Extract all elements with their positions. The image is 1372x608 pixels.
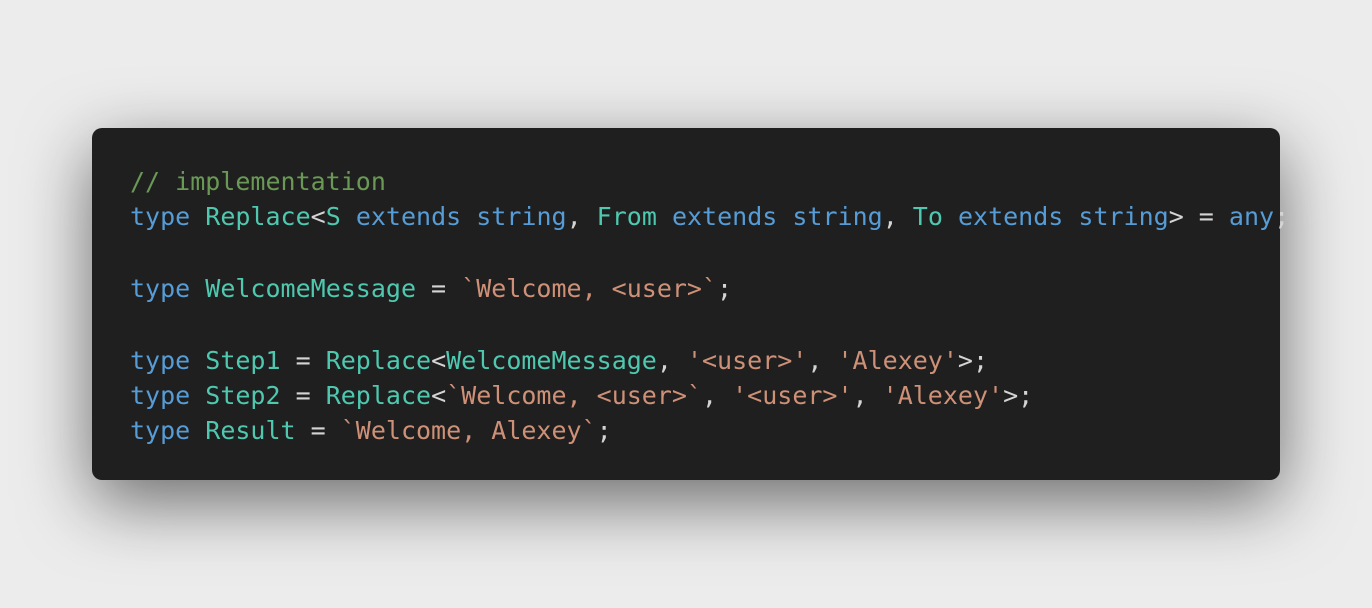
code-type-name: S — [325, 202, 341, 231]
code-punctuation: ; — [717, 274, 733, 303]
code-punctuation: < — [310, 202, 326, 231]
code-punctuation — [190, 346, 205, 375]
code-string: 'Alexey' — [882, 381, 1004, 410]
code-punctuation: , — [882, 202, 913, 231]
code-string: `Welcome, <user>` — [461, 274, 718, 303]
code-punctuation: , — [702, 381, 733, 410]
code-type-name: Result — [205, 416, 296, 445]
code-line: type Result = `Welcome, Alexey`; — [130, 413, 1280, 448]
code-keyword: extends — [355, 202, 462, 231]
code-punctuation: , — [807, 346, 838, 375]
code-keyword: type — [130, 346, 191, 375]
code-punctuation: = — [416, 274, 462, 303]
code-type-name: WelcomeMessage — [446, 346, 657, 375]
code-line: type Step1 = Replace<WelcomeMessage, '<u… — [130, 343, 1280, 378]
code-punctuation — [190, 381, 205, 410]
code-keyword: any — [1228, 202, 1275, 231]
code-punctuation — [190, 274, 205, 303]
code-punctuation — [1063, 202, 1078, 231]
code-keyword: extends — [957, 202, 1064, 231]
code-punctuation: >; — [957, 346, 989, 375]
code-keyword: string — [476, 202, 567, 231]
code-punctuation — [341, 202, 356, 231]
code-keyword: string — [792, 202, 883, 231]
code-keyword: extends — [671, 202, 778, 231]
code-type-name: Replace — [325, 381, 432, 410]
code-punctuation: > = — [1168, 202, 1229, 231]
code-punctuation: = — [280, 346, 326, 375]
code-type-name: Step1 — [205, 346, 281, 375]
code-string: '<user>' — [686, 346, 808, 375]
code-keyword: type — [130, 274, 191, 303]
code-line: // implementation — [130, 164, 1280, 199]
code-type-name: WelcomeMessage — [205, 274, 416, 303]
code-punctuation: < — [431, 346, 447, 375]
code-type-name: From — [596, 202, 657, 231]
code-punctuation — [943, 202, 958, 231]
code-punctuation: = — [280, 381, 326, 410]
code-punctuation — [190, 202, 205, 231]
code-string: '<user>' — [732, 381, 853, 410]
code-punctuation: >; — [1003, 381, 1034, 410]
code-punctuation: , — [852, 381, 883, 410]
code-punctuation — [461, 202, 476, 231]
code-punctuation: ; — [596, 416, 612, 445]
code-snippet-window: // implementation type Replace<S extends … — [92, 128, 1289, 480]
code-block: // implementation type Replace<S extends … — [130, 164, 1289, 448]
code-line: type WelcomeMessage = `Welcome, <user>`; — [130, 271, 1280, 306]
code-keyword: type — [130, 202, 191, 231]
code-line: type Step2 = Replace<`Welcome, <user>`, … — [130, 378, 1280, 413]
code-punctuation: < — [431, 381, 447, 410]
code-type-name: Replace — [325, 346, 432, 375]
code-string: `Welcome, Alexey` — [340, 416, 597, 445]
code-keyword: type — [130, 381, 191, 410]
code-string: 'Alexey' — [837, 346, 958, 375]
code-keyword: type — [130, 416, 191, 445]
code-punctuation — [777, 202, 792, 231]
code-type-name: To — [912, 202, 943, 231]
code-punctuation: = — [295, 416, 341, 445]
code-string: `Welcome, <user>` — [446, 381, 702, 410]
code-punctuation — [657, 202, 672, 231]
code-type-name: Replace — [205, 202, 311, 231]
code-punctuation: , — [566, 202, 597, 231]
code-keyword: string — [1078, 202, 1169, 231]
code-punctuation: ; — [1274, 202, 1290, 231]
code-punctuation: , — [656, 346, 687, 375]
code-punctuation — [190, 416, 205, 445]
code-line: type Replace<S extends string, From exte… — [130, 199, 1289, 234]
code-type-name: Step2 — [205, 381, 281, 410]
code-comment: // implementation — [130, 167, 386, 196]
